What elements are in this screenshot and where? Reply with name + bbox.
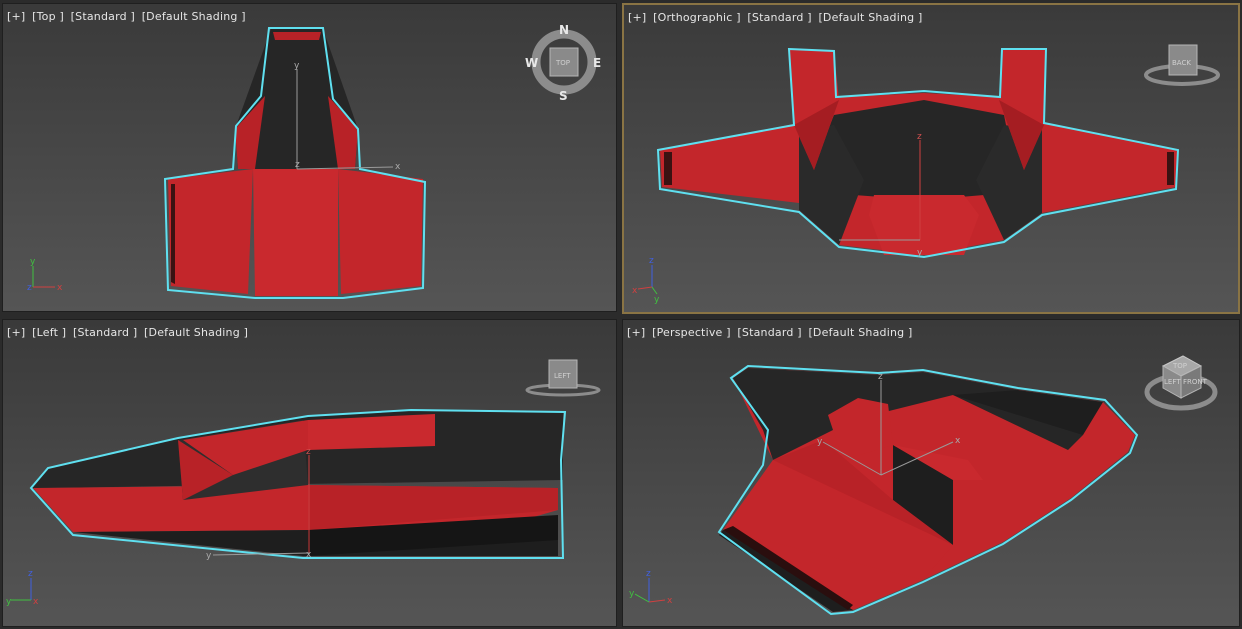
svg-text:x: x [33, 597, 39, 607]
svg-text:y: y [917, 248, 923, 258]
svg-text:z: z [28, 569, 33, 579]
viewport-scene-perspective[interactable]: z x y z x y TOP LEFT FRONT [623, 320, 1240, 627]
viewport-menu-plus[interactable]: [+] [7, 326, 25, 339]
viewport-top[interactable]: [+] [Top ] [Standard ] [Default Shading … [2, 3, 617, 312]
viewport-point-of-view-menu[interactable]: [Perspective ] [652, 326, 731, 339]
viewcube-back[interactable]: BACK [1144, 44, 1220, 86]
svg-text:TOP: TOP [1172, 362, 1187, 370]
svg-text:x: x [632, 286, 638, 296]
pivot-y-label: y [294, 61, 300, 71]
svg-text:y: y [629, 589, 635, 599]
viewport-style-menu[interactable]: [Standard ] [747, 11, 811, 24]
compass-east: E [593, 56, 601, 70]
svg-text:y: y [654, 295, 660, 305]
pivot-z-label: z [295, 160, 300, 170]
viewport-label-orthographic: [+] [Orthographic ] [Standard ] [Default… [628, 11, 926, 24]
svg-text:LEFT: LEFT [1164, 378, 1181, 386]
viewport-scene-left[interactable]: z x y z y x LEFT [3, 320, 617, 627]
svg-text:y: y [206, 551, 212, 561]
svg-text:z: z [27, 283, 32, 293]
viewport-style-menu[interactable]: [Standard ] [71, 10, 135, 23]
viewport-shading-menu[interactable]: [Default Shading ] [144, 326, 248, 339]
svg-text:z: z [917, 132, 922, 142]
svg-text:z: z [306, 447, 311, 457]
svg-text:BACK: BACK [1172, 59, 1191, 67]
svg-text:x: x [57, 283, 63, 293]
svg-text:z: z [646, 569, 651, 579]
viewcube-left[interactable]: LEFT [525, 359, 601, 397]
viewport-menu-plus[interactable]: [+] [7, 10, 25, 23]
viewport-point-of-view-menu[interactable]: [Left ] [32, 326, 66, 339]
viewport-shading-menu[interactable]: [Default Shading ] [142, 10, 246, 23]
world-axis-tripod: z x y [629, 569, 673, 606]
svg-text:z: z [649, 256, 654, 266]
viewport-label-perspective: [+] [Perspective ] [Standard ] [Default … [627, 326, 916, 339]
viewcube-compass[interactable]: TOP N S E W [525, 23, 601, 103]
viewport-label-top: [+] [Top ] [Standard ] [Default Shading … [7, 10, 249, 23]
viewport-point-of-view-menu[interactable]: [Orthographic ] [653, 11, 741, 24]
viewport-menu-plus[interactable]: [+] [627, 326, 645, 339]
svg-text:y: y [30, 257, 36, 267]
pivot-x-label: x [395, 162, 401, 172]
viewport-scene-top[interactable]: y x z y x z TOP N S E W [3, 4, 617, 312]
viewport-point-of-view-menu[interactable]: [Top ] [32, 10, 64, 23]
svg-text:FRONT: FRONT [1183, 378, 1208, 386]
mesh-perspective-view[interactable] [719, 368, 1135, 612]
svg-text:y: y [817, 437, 823, 447]
svg-text:x: x [955, 436, 961, 446]
viewport-scene-orthographic[interactable]: z y z x y BACK [624, 5, 1238, 312]
compass-north: N [559, 23, 569, 37]
world-axis-tripod: z x y [632, 256, 660, 305]
svg-text:TOP: TOP [555, 59, 570, 67]
world-axis-tripod: y x z [27, 257, 63, 293]
viewport-label-left: [+] [Left ] [Standard ] [Default Shading… [7, 326, 251, 339]
viewport-shading-menu[interactable]: [Default Shading ] [818, 11, 922, 24]
world-axis-tripod: z y x [6, 569, 39, 607]
viewport-perspective[interactable]: [+] [Perspective ] [Standard ] [Default … [622, 319, 1240, 627]
svg-text:x: x [306, 550, 312, 560]
viewport-orthographic[interactable]: [+] [Orthographic ] [Standard ] [Default… [622, 3, 1240, 314]
compass-south: S [559, 89, 568, 103]
viewport-style-menu[interactable]: [Standard ] [73, 326, 137, 339]
viewport-menu-plus[interactable]: [+] [628, 11, 646, 24]
viewport-left[interactable]: [+] [Left ] [Standard ] [Default Shading… [2, 319, 617, 627]
viewcube-perspective[interactable]: TOP LEFT FRONT [1144, 355, 1218, 411]
svg-text:x: x [667, 596, 673, 606]
compass-west: W [525, 56, 538, 70]
svg-text:LEFT: LEFT [554, 372, 571, 380]
viewport-shading-menu[interactable]: [Default Shading ] [808, 326, 912, 339]
svg-text:z: z [878, 372, 883, 382]
svg-text:y: y [6, 597, 12, 607]
mesh-left-view[interactable] [31, 410, 563, 556]
viewport-style-menu[interactable]: [Standard ] [737, 326, 801, 339]
mesh-orthographic-view[interactable] [660, 49, 1178, 255]
